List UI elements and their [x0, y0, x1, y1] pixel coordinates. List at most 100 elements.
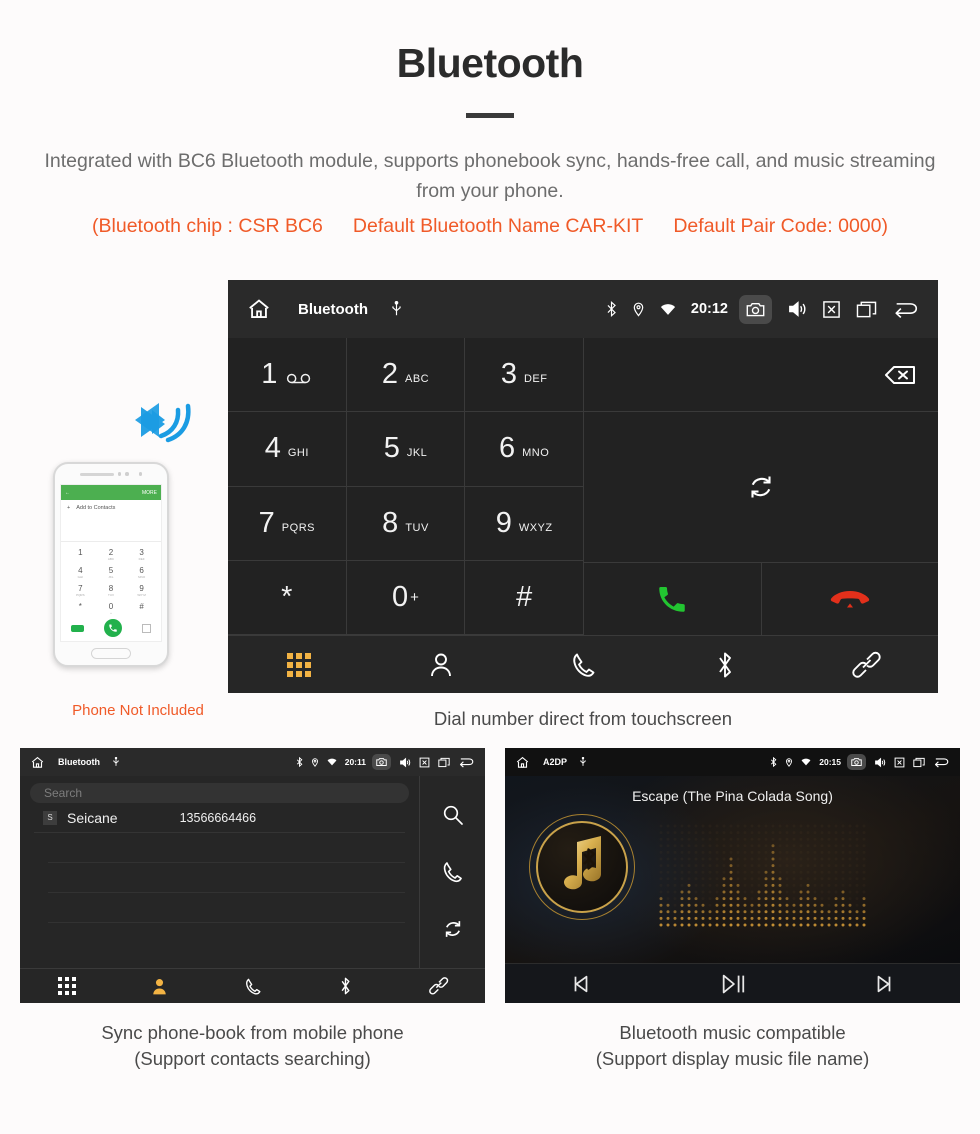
wifi-icon: [660, 303, 676, 316]
key-label: #: [516, 580, 533, 613]
nav-link[interactable]: [392, 976, 485, 996]
page-description: Integrated with BC6 Bluetooth module, su…: [44, 150, 936, 202]
phone-add-contacts-label: Add to Contacts: [76, 505, 116, 511]
sync-icon[interactable]: [441, 917, 465, 941]
key-1[interactable]: 1: [228, 338, 347, 413]
camera-icon[interactable]: [739, 294, 772, 324]
skip-next-icon[interactable]: [808, 973, 960, 995]
contact-name: Seicane: [67, 809, 118, 826]
phonebook-caption-line2: (Support contacts searching): [134, 1048, 371, 1069]
song-title: Escape (The Pina Colada Song): [632, 788, 833, 804]
dialer-title: Bluetooth: [298, 300, 368, 318]
phone-mockup: ← MORE + Add to Contacts 1 2 ABC 3 DEF 4 GH…: [48, 390, 228, 720]
nav-link[interactable]: [796, 650, 938, 680]
volume-icon[interactable]: [787, 300, 807, 318]
key-5[interactable]: 5 JKL: [346, 412, 466, 487]
key-star[interactable]: *: [228, 560, 347, 635]
nav-contacts[interactable]: [370, 651, 512, 679]
music-caption-line1: Bluetooth music compatible: [619, 1022, 846, 1043]
nav-bluetooth[interactable]: [299, 976, 392, 996]
phonebook-body: Search S Seicane 13566664466: [20, 776, 485, 968]
search-icon[interactable]: [441, 803, 465, 827]
nav-keypad[interactable]: [228, 652, 370, 677]
phone-handset-icon: [570, 651, 597, 679]
back-arrow-icon[interactable]: [458, 756, 475, 768]
dialer-device: Bluetooth 20:12 1 2 ABC 3 DEF 4 GHI 5 JK…: [228, 280, 938, 693]
key-2[interactable]: 2 ABC: [346, 338, 466, 413]
home-icon[interactable]: [515, 755, 530, 770]
call-answer-button[interactable]: [584, 563, 762, 635]
recent-apps-icon[interactable]: [913, 757, 925, 768]
phone-back-icon: ←: [65, 489, 70, 496]
camera-icon[interactable]: [372, 754, 391, 770]
phone-body: ← MORE + Add to Contacts 1 2 ABC 3 DEF 4 GH…: [53, 462, 169, 667]
usb-icon: [112, 757, 120, 767]
key-label: 7: [258, 506, 275, 539]
search-input[interactable]: Search: [30, 783, 409, 803]
phone-screen: ← MORE + Add to Contacts 1 2 ABC 3 DEF 4 GH…: [60, 484, 162, 642]
recent-apps-icon[interactable]: [438, 757, 450, 768]
home-icon[interactable]: [30, 755, 45, 770]
dot-matrix-equalizer: [657, 822, 872, 932]
key-9[interactable]: 9 WXYZ: [465, 486, 584, 561]
phone-app-bar: ← MORE: [61, 485, 161, 500]
phone-number-field: [61, 516, 161, 542]
key-plus: +: [410, 588, 419, 606]
close-box-icon[interactable]: [419, 757, 430, 768]
phone-key: 7 PQRS: [76, 583, 85, 597]
contact-row-empty: [48, 893, 405, 923]
sync-icon[interactable]: [745, 471, 777, 503]
phone-earpiece: [55, 464, 167, 484]
key-7[interactable]: 7 PQRS: [228, 486, 347, 561]
dialer-statusbar: Bluetooth 20:12: [228, 280, 938, 338]
volume-icon[interactable]: [874, 757, 886, 768]
nav-keypad[interactable]: [20, 977, 113, 995]
close-box-icon[interactable]: [894, 757, 905, 768]
back-arrow-icon[interactable]: [892, 299, 920, 319]
key-label: 0: [392, 580, 409, 613]
voicemail-icon: [286, 373, 312, 384]
phonebook-statusbar: Bluetooth 20:11: [20, 748, 485, 776]
key-letters: WXYZ: [518, 521, 553, 534]
bluetooth-icon: [606, 301, 617, 317]
key-0[interactable]: 0 +: [346, 560, 466, 635]
play-pause-icon[interactable]: [657, 972, 809, 996]
nav-contacts[interactable]: [113, 977, 206, 996]
phone-keyboard-icon: [142, 623, 151, 633]
close-box-icon[interactable]: [822, 300, 841, 319]
nav-call-log[interactable]: [512, 651, 654, 679]
nav-bluetooth[interactable]: [654, 650, 796, 680]
phone-more-label: MORE: [142, 489, 157, 496]
backspace-icon[interactable]: [872, 361, 918, 389]
spec-pair-code: Default Pair Code: 0000): [673, 215, 888, 237]
contact-row[interactable]: S Seicane 13566664466: [34, 803, 405, 833]
phone-handset-icon[interactable]: [441, 860, 464, 884]
sync-row: [584, 412, 938, 563]
nav-call-log[interactable]: [206, 977, 299, 996]
recent-apps-icon[interactable]: [856, 300, 877, 319]
keypad-grid-icon: [57, 977, 76, 995]
music-title: A2DP: [543, 757, 568, 767]
phonebook-side-toolbar: [420, 776, 485, 968]
music-note-bluetooth-icon: [529, 814, 635, 920]
camera-icon[interactable]: [847, 754, 866, 770]
home-icon[interactable]: [246, 296, 272, 322]
key-letters: TUV: [405, 521, 429, 534]
back-arrow-icon[interactable]: [933, 756, 950, 768]
volume-icon[interactable]: [399, 757, 411, 768]
key-6[interactable]: 6 MNO: [465, 412, 584, 487]
phone-key: 0 +: [108, 601, 114, 615]
key-4[interactable]: 4 GHI: [228, 412, 347, 487]
key-3[interactable]: 3 DEF: [465, 338, 584, 413]
call-end-button[interactable]: [762, 563, 939, 635]
music-controls: [505, 963, 960, 1003]
key-8[interactable]: 8 TUV: [346, 486, 466, 561]
music-caption-line2: (Support display music file name): [595, 1048, 870, 1069]
key-hash[interactable]: #: [465, 560, 584, 635]
bluetooth-icon: [770, 757, 777, 767]
skip-previous-icon[interactable]: [505, 973, 657, 995]
dialer-keypad: 1 2 ABC 3 DEF 4 GHI 5 JKL 6 MNO 7 PQRS 8…: [228, 338, 584, 635]
call-action-row: [584, 563, 938, 635]
plus-icon: +: [67, 505, 71, 511]
phonebook-caption-line1: Sync phone-book from mobile phone: [101, 1022, 404, 1043]
